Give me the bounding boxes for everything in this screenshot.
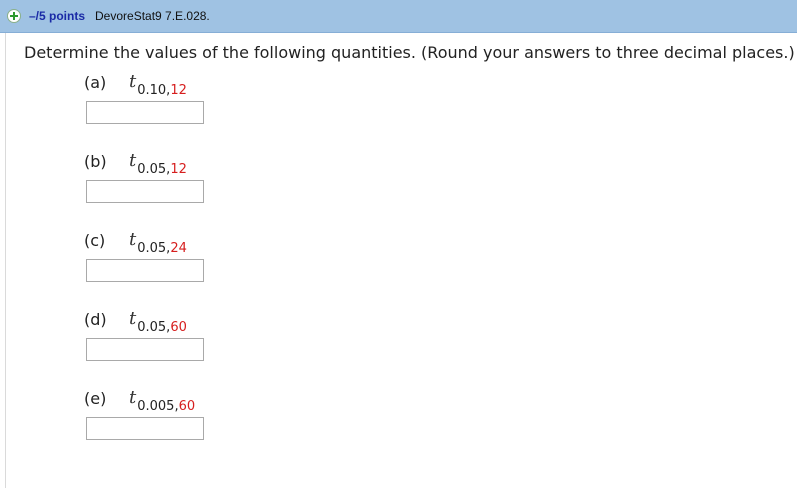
t-symbol: t	[129, 229, 137, 250]
df-subscript: 12	[170, 162, 187, 177]
t-symbol: t	[129, 71, 137, 92]
df-subscript: 24	[170, 241, 187, 256]
alpha-subscript: 0.05,	[137, 162, 171, 177]
question-body: Determine the values of the following qu…	[5, 33, 797, 488]
part-label: (e)	[84, 389, 107, 408]
t-quantity: t0.05,24	[129, 229, 187, 256]
expand-plus-icon[interactable]	[7, 9, 21, 23]
df-subscript: 12	[170, 83, 187, 98]
t-symbol: t	[129, 150, 137, 171]
question-instructions: Determine the values of the following qu…	[24, 43, 795, 62]
alpha-subscript: 0.005,	[137, 399, 179, 414]
part-label: (c)	[84, 231, 106, 250]
t-symbol: t	[129, 387, 137, 408]
answer-input-a[interactable]	[86, 101, 204, 124]
df-subscript: 60	[178, 399, 196, 414]
part-label: (d)	[84, 310, 107, 329]
alpha-subscript: 0.05,	[137, 320, 171, 335]
answer-input-e[interactable]	[86, 417, 204, 440]
question-source: DevoreStat9 7.E.028.	[95, 9, 210, 23]
question-header: –/5 points DevoreStat9 7.E.028.	[0, 0, 797, 33]
answer-input-b[interactable]	[86, 180, 204, 203]
part-label: (a)	[84, 73, 107, 92]
answer-input-c[interactable]	[86, 259, 204, 282]
df-subscript: 60	[170, 320, 187, 335]
t-quantity: t0.005,60	[129, 387, 195, 414]
part-label: (b)	[84, 152, 107, 171]
t-quantity: t0.05,12	[129, 150, 187, 177]
points-label: –/5 points	[29, 9, 86, 23]
t-quantity: t0.05,60	[129, 308, 187, 335]
t-quantity: t0.10,12	[129, 71, 187, 98]
answer-input-d[interactable]	[86, 338, 204, 361]
t-symbol: t	[129, 308, 137, 329]
alpha-subscript: 0.05,	[137, 241, 171, 256]
alpha-subscript: 0.10,	[137, 83, 171, 98]
